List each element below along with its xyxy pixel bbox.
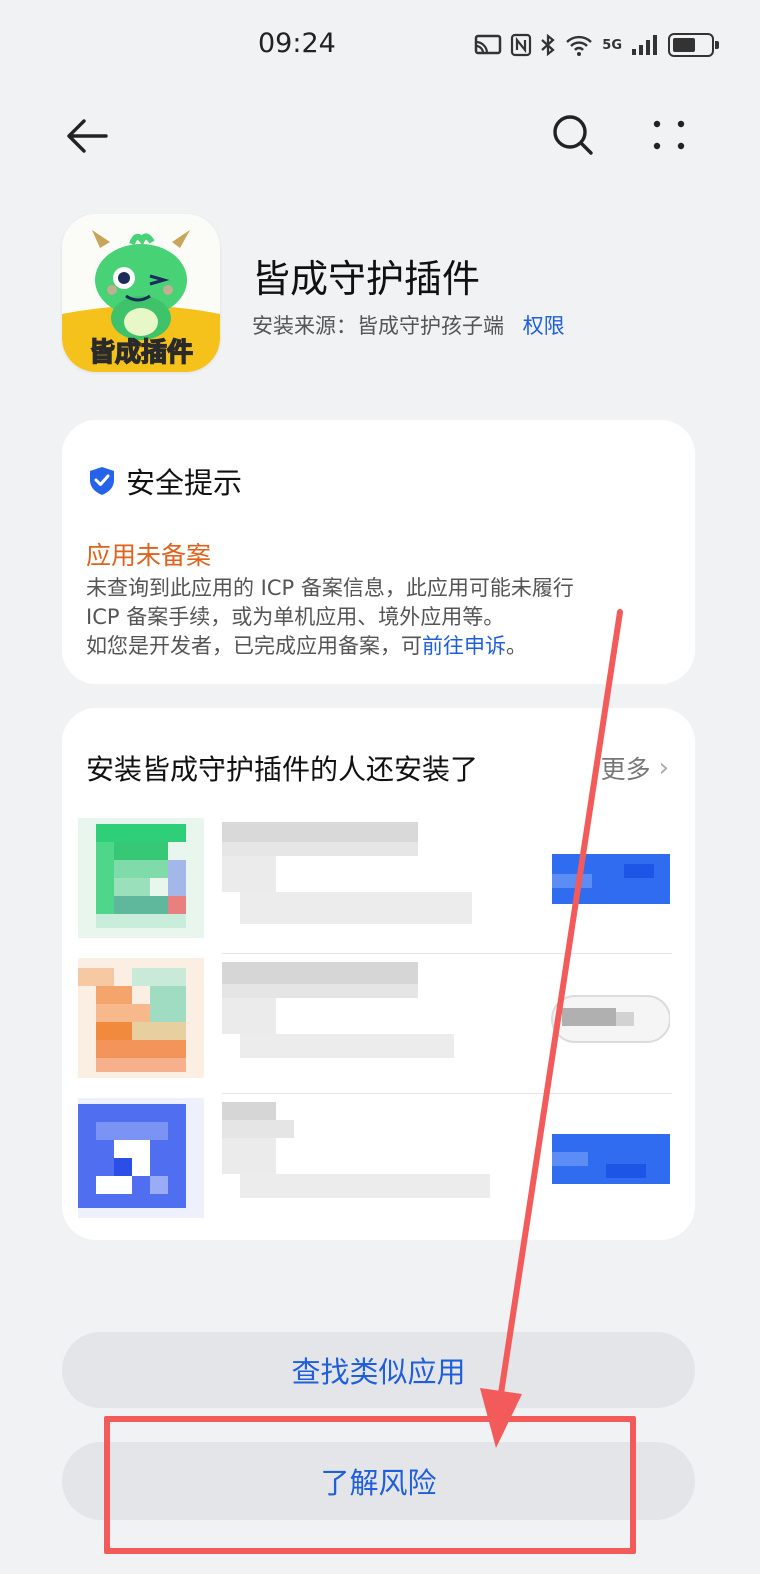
security-title: 安全提示 [126, 466, 243, 500]
app-list-icon [78, 1098, 204, 1218]
status-icons: 5G [474, 30, 719, 60]
warning-line-3-text: 如您是开发者，已完成应用备案，可 [86, 634, 422, 658]
bluetooth-icon [541, 33, 555, 57]
battery-icon [668, 33, 719, 57]
divider [222, 953, 672, 954]
search-button[interactable] [548, 110, 598, 160]
back-button[interactable] [62, 110, 114, 162]
wifi-icon [566, 35, 593, 56]
list-item[interactable] [78, 958, 678, 1094]
app-list-text [222, 1102, 522, 1212]
more-button[interactable] [644, 110, 694, 160]
divider [222, 1093, 672, 1094]
install-button[interactable] [544, 844, 670, 914]
app-list-text [222, 822, 522, 932]
app-icon: 皆成插件 [62, 214, 220, 372]
also-installed-card: 安装皆成守护插件的人还安装了 更多 › [62, 708, 695, 1240]
security-card: 安全提示 应用未备案 未查询到此应用的 ICP 备案信息，此应用可能未履行 IC… [62, 420, 695, 684]
more-vertical-icon [653, 120, 685, 150]
chevron-right-icon: › [658, 753, 669, 783]
app-list-icon [78, 958, 204, 1078]
also-installed-title: 安装皆成守护插件的人还安装了 [86, 753, 479, 786]
install-source: 安装来源：皆成守护孩子端 [252, 314, 504, 338]
warning-line-2: ICP 备案手续，或为单机应用、境外应用等。 [86, 605, 505, 629]
warning-title: 应用未备案 [86, 541, 212, 570]
app-header: 皆成插件 皆成守护插件 安装来源：皆成守护孩子端 权限 [62, 214, 702, 374]
battery-fill [673, 38, 695, 52]
app-name: 皆成守护插件 [252, 257, 481, 301]
app-icon-label: 皆成插件 [88, 337, 193, 368]
app-source-row: 安装来源：皆成守护孩子端 权限 [252, 310, 565, 340]
back-arrow-icon [67, 119, 108, 153]
list-item[interactable] [78, 1098, 678, 1224]
signal-icon [632, 35, 657, 55]
network-type: 5G [602, 37, 622, 53]
more-link[interactable]: 更多 › [601, 750, 669, 786]
search-icon [553, 115, 593, 155]
status-bar: 09:24 5G [0, 0, 760, 90]
shield-check-icon [90, 467, 114, 495]
app-list-icon [78, 818, 204, 938]
appeal-link[interactable]: 前往申诉 [422, 634, 506, 658]
status-time: 09:24 [258, 28, 336, 59]
app-list-text [222, 962, 522, 1072]
open-button[interactable] [544, 984, 670, 1054]
warning-line-1: 未查询到此应用的 ICP 备案信息，此应用可能未履行 [86, 576, 574, 600]
cast-icon [475, 34, 502, 55]
security-title-row: 安全提示 [88, 460, 242, 502]
warning-line-3-end: 。 [506, 634, 527, 658]
top-nav [0, 100, 760, 170]
warning-body: 未查询到此应用的 ICP 备案信息，此应用可能未履行 ICP 备案手续，或为单机… [86, 574, 676, 661]
learn-risk-button[interactable]: 了解风险 [62, 1442, 695, 1520]
install-button[interactable] [544, 1124, 670, 1194]
nfc-icon [511, 33, 532, 57]
permissions-link[interactable]: 权限 [523, 314, 565, 338]
warning-line-3: 如您是开发者，已完成应用备案，可前往申诉。 [86, 632, 676, 661]
list-item[interactable] [78, 818, 678, 954]
more-label: 更多 [600, 755, 651, 784]
find-similar-button[interactable]: 查找类似应用 [62, 1332, 695, 1408]
